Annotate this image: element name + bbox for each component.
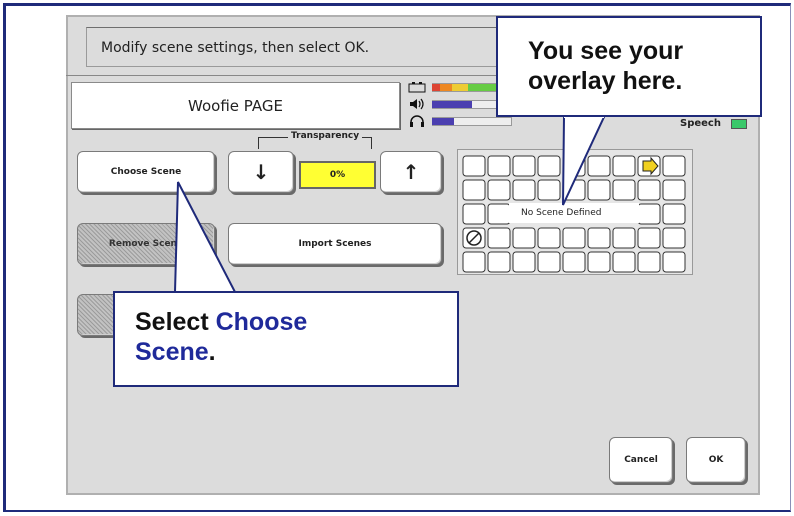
- remove-scene-button[interactable]: Remove Scene: [77, 223, 215, 265]
- transparency-label: Transparency: [288, 131, 363, 141]
- select-callout: Select Choose Scene.: [113, 291, 459, 387]
- select-choose-text: Choose: [215, 308, 308, 336]
- ok-button[interactable]: OK: [686, 437, 746, 483]
- speech-indicator: [731, 119, 747, 129]
- page-name-display: Woofie PAGE: [71, 82, 400, 129]
- cancel-button[interactable]: Cancel: [609, 437, 673, 483]
- no-symbol-icon: [466, 230, 482, 246]
- select-scene-text: Scene: [135, 338, 209, 366]
- transparency-down-button[interactable]: ↓: [228, 151, 294, 193]
- select-callout-line2: Scene.: [135, 337, 457, 367]
- headphone-icon: [408, 115, 426, 130]
- instruction-text: Modify scene settings, then select OK.: [86, 27, 556, 67]
- speaker-icon: [408, 98, 426, 113]
- overlay-callout-line2: overlay here.: [528, 67, 683, 95]
- headphone-level-bar: [432, 118, 454, 125]
- select-callout-line1: Select Choose: [135, 307, 457, 337]
- volume-level-bar: [432, 101, 472, 108]
- headphone-meter: [404, 115, 524, 129]
- import-scenes-button[interactable]: Import Scenes: [228, 223, 442, 265]
- no-scene-placeholder: No Scene Defined: [509, 203, 639, 223]
- overlay-callout: You see your overlay here.: [496, 16, 762, 117]
- choose-scene-button[interactable]: Choose Scene: [77, 151, 215, 193]
- transparency-up-button[interactable]: ↑: [380, 151, 442, 193]
- select-period-text: .: [208, 338, 216, 366]
- transparency-value: 0%: [299, 161, 376, 189]
- select-prefix-text: Select: [135, 308, 216, 336]
- speech-label: Speech: [680, 118, 721, 129]
- overlay-callout-line1: You see your: [528, 37, 684, 65]
- battery-icon: [408, 81, 426, 96]
